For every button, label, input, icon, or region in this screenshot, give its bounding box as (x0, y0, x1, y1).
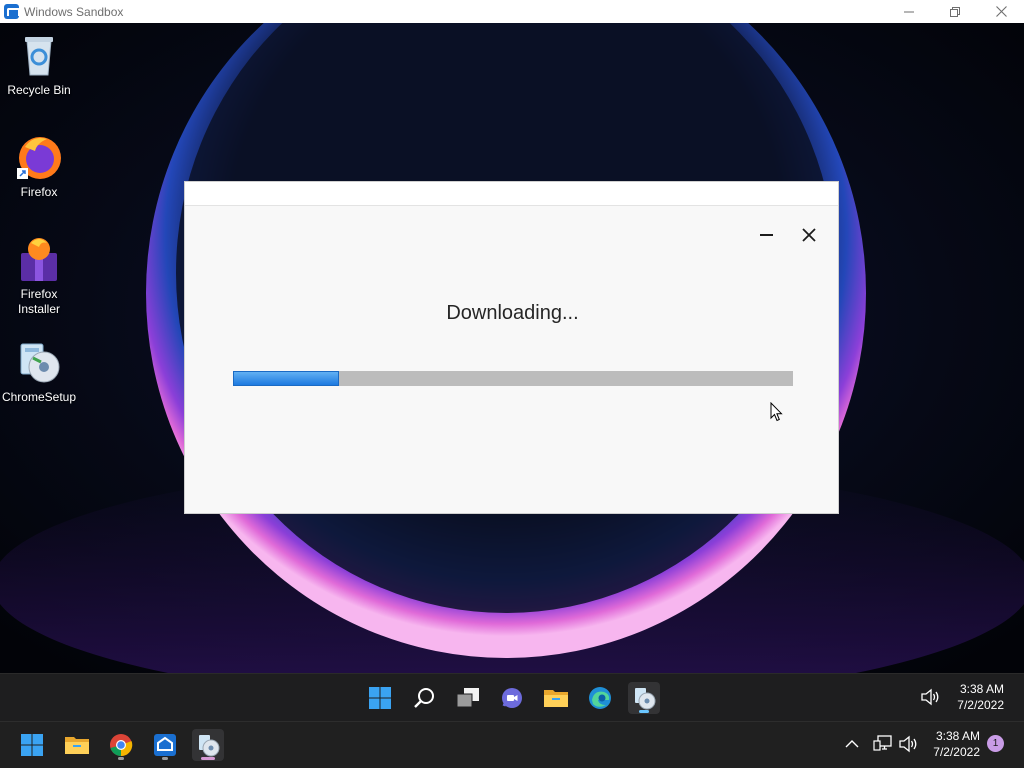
task-view-icon (456, 688, 479, 708)
sandbox-search-button[interactable] (408, 682, 440, 714)
desktop-icon-firefox-installer[interactable]: Firefox Installer (0, 235, 78, 317)
download-progress-bar (233, 371, 793, 386)
desktop-icon-label: Firefox (20, 185, 58, 199)
sandbox-edge-button[interactable] (584, 682, 616, 714)
minimize-icon (904, 11, 914, 12)
download-status: Downloading... (446, 302, 579, 324)
sandbox-chat-button[interactable] (496, 682, 528, 714)
dialog-close-button[interactable] (799, 225, 819, 245)
desktop-icon-label: ChromeSetup (1, 390, 77, 404)
desktop-icon-firefox[interactable]: Firefox (0, 133, 78, 200)
chrome-icon (110, 734, 133, 757)
host-file-explorer-button[interactable] (61, 729, 93, 761)
chrome-setup-icon (15, 338, 63, 386)
download-dialog[interactable]: Downloading... (184, 181, 839, 514)
search-icon (414, 688, 434, 708)
chat-icon (502, 688, 522, 708)
restore-icon (950, 6, 960, 17)
chevron-up-icon (845, 740, 859, 748)
desktop-icon-label: Recycle Bin (7, 83, 71, 97)
sandbox-time: 3:38 AM (959, 682, 1004, 696)
host-taskbar: 3:38 AM 7/2/2022 (0, 721, 1024, 768)
start-icon (369, 687, 391, 709)
notification-badge[interactable]: 1 (987, 735, 1004, 752)
host-clock[interactable]: 3:38 AM 7/2/2022 (922, 728, 980, 760)
windows-sandbox-icon (154, 734, 176, 756)
file-explorer-icon (544, 690, 568, 707)
running-indicator (162, 757, 168, 760)
mouse-cursor (770, 402, 783, 422)
chrome-setup-icon (635, 688, 656, 710)
edge-icon (589, 687, 611, 709)
dialog-minimize-button[interactable] (757, 226, 775, 244)
chrome-setup-icon (199, 735, 220, 757)
volume-icon (899, 735, 917, 753)
sandbox-start-button[interactable] (364, 682, 396, 714)
volume-icon (921, 688, 939, 706)
minimize-button[interactable] (886, 0, 932, 23)
sandbox-chrome-setup-button[interactable] (628, 682, 660, 714)
close-button[interactable] (978, 0, 1024, 23)
host-chrome-button[interactable] (105, 729, 137, 761)
sandbox-desktop[interactable]: Recycle Bin Firefox Firefox Installer Ch… (0, 23, 1024, 673)
file-explorer-icon (65, 737, 89, 754)
close-icon (802, 228, 816, 242)
host-time: 3:38 AM (935, 729, 980, 743)
host-date: 7/2/2022 (933, 745, 980, 759)
dialog-title-strip[interactable] (185, 182, 838, 206)
progress-fill (233, 371, 339, 386)
active-indicator (639, 710, 649, 713)
recycle-bin-icon (15, 31, 63, 79)
sandbox-window-titlebar[interactable]: Windows Sandbox (0, 0, 1024, 23)
sandbox-task-view-button[interactable] (452, 682, 484, 714)
show-hidden-icons-button[interactable] (845, 736, 863, 754)
host-start-button[interactable] (16, 729, 48, 761)
network-button[interactable] (873, 735, 893, 753)
windows-sandbox-icon (4, 4, 20, 19)
sandbox-taskbar: 3:38 AM 7/2/2022 (0, 673, 1024, 721)
sandbox-volume-button[interactable] (920, 688, 942, 706)
window-title: Windows Sandbox (24, 4, 124, 19)
close-icon (995, 6, 1007, 17)
firefox-installer-icon (15, 235, 63, 283)
network-icon (873, 735, 892, 751)
desktop-icon-recycle-bin[interactable]: Recycle Bin (0, 31, 78, 98)
desktop-icon-label: Firefox Installer (17, 287, 61, 316)
start-icon (21, 734, 43, 756)
firefox-icon (15, 133, 63, 181)
desktop-icon-chrome-setup[interactable]: ChromeSetup (0, 338, 78, 405)
host-windows-sandbox-button[interactable] (149, 729, 181, 761)
sandbox-date: 7/2/2022 (957, 698, 1004, 712)
active-indicator (201, 757, 215, 760)
sandbox-clock[interactable]: 3:38 AM 7/2/2022 (944, 681, 1004, 713)
sandbox-file-explorer-button[interactable] (540, 682, 572, 714)
volume-button[interactable] (898, 735, 918, 753)
host-chrome-setup-button[interactable] (192, 729, 224, 761)
running-indicator (118, 757, 124, 760)
restore-button[interactable] (932, 0, 978, 23)
